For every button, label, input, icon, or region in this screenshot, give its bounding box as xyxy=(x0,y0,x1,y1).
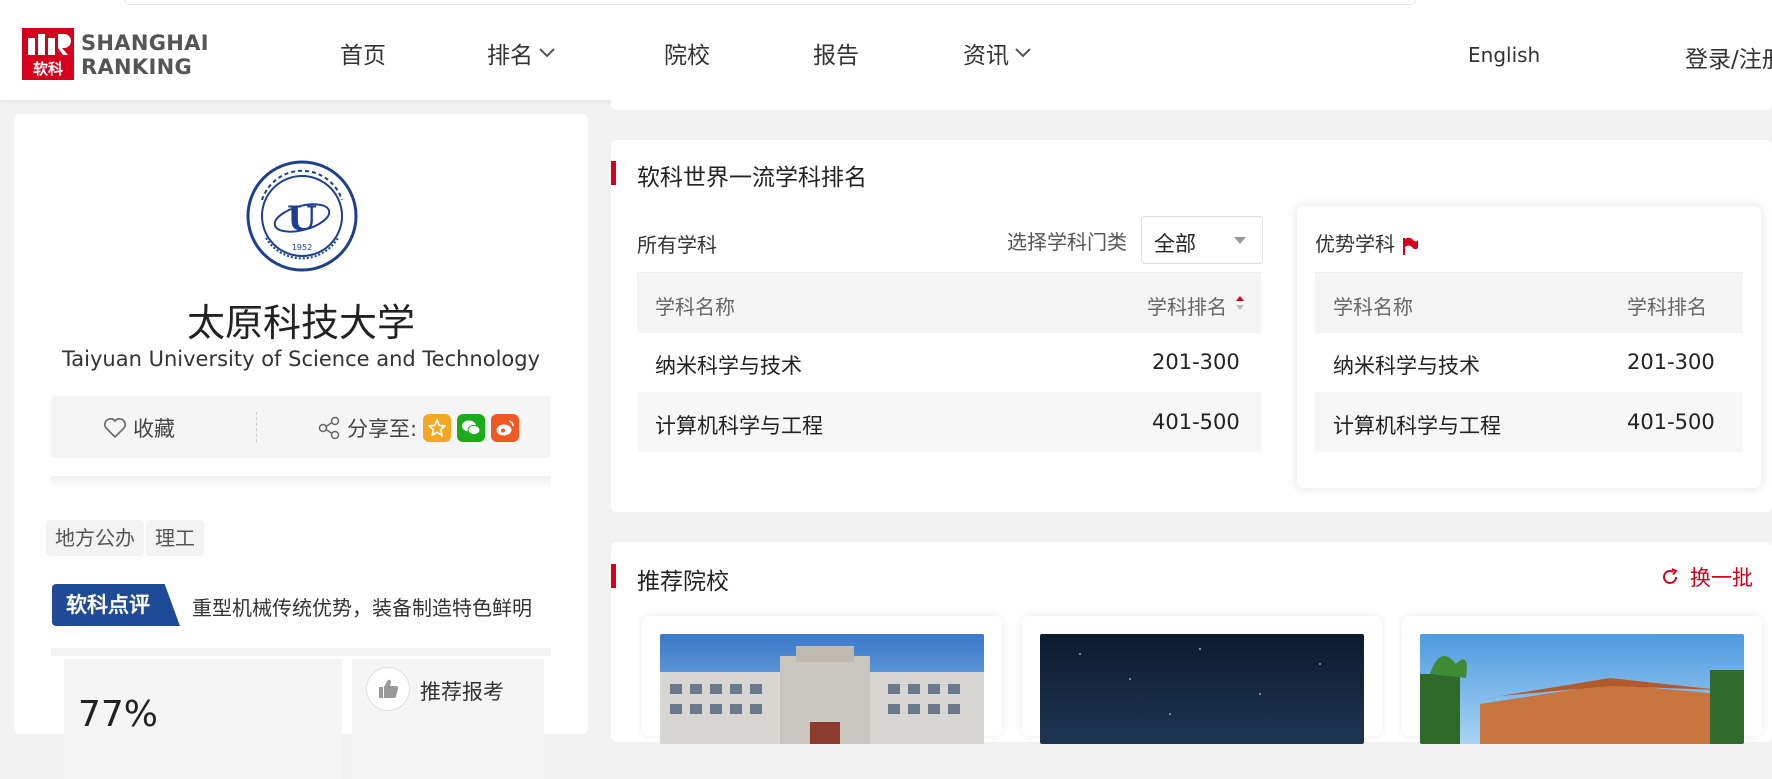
logo-line1: SHANGHAI xyxy=(81,31,209,55)
table-row[interactable]: 纳米科学与技术 201-300 xyxy=(637,332,1261,392)
subject-name: 纳米科学与技术 xyxy=(1333,354,1480,378)
share-qzone-button[interactable] xyxy=(423,414,452,442)
nav-home[interactable]: 首页 xyxy=(340,36,386,70)
university-photo xyxy=(1420,634,1744,744)
recommended-university-card[interactable] xyxy=(642,616,1002,744)
divider xyxy=(256,412,257,442)
browser-bar-edge xyxy=(124,0,1416,5)
logo-line2: RANKING xyxy=(81,55,192,79)
nav-rankings[interactable]: 排名 xyxy=(487,36,555,70)
col-subject-name: 学科名称 xyxy=(1333,295,1413,319)
university-emblem: U 1952 xyxy=(246,160,358,272)
col-subject-rank: 学科排名 xyxy=(1627,295,1707,319)
section-accent-bar xyxy=(611,161,616,185)
nav-news[interactable]: 资讯 xyxy=(963,36,1031,70)
section-divider xyxy=(51,648,551,656)
chevron-down-icon xyxy=(539,48,555,58)
top-navbar: 软科 SHANGHAI RANKING 首页 排名 院校 报告 资讯 Engli… xyxy=(0,0,1772,100)
heart-icon xyxy=(104,418,126,439)
language-switch[interactable]: English xyxy=(1468,43,1540,67)
recommended-title: 推荐院校 xyxy=(637,569,729,595)
nav-rankings-label: 排名 xyxy=(487,43,533,69)
tag-type: 理工 xyxy=(146,520,204,556)
subject-category-label: 选择学科门类 xyxy=(1007,230,1127,254)
svg-text:1952: 1952 xyxy=(292,243,312,252)
nav-universities-label: 院校 xyxy=(664,43,710,69)
subject-ranking-title: 软科世界一流学科排名 xyxy=(637,165,867,191)
col-subject-rank[interactable]: 学科排名 xyxy=(1147,291,1227,320)
svg-text:U: U xyxy=(287,199,317,239)
table-row[interactable]: 计算机科学与工程 401-500 xyxy=(637,392,1261,452)
recommended-university-card[interactable] xyxy=(1022,616,1382,744)
recommend-button[interactable] xyxy=(366,667,410,711)
university-name-cn: 太原科技大学 xyxy=(186,301,415,345)
section-accent-bar xyxy=(611,564,616,588)
star-icon xyxy=(428,419,447,437)
advantage-title-wrap: 优势学科 xyxy=(1315,228,1419,257)
share-icon xyxy=(318,416,340,440)
share-label: 分享至: xyxy=(347,417,418,441)
refresh-label: 换一批 xyxy=(1690,566,1753,590)
nav-reports[interactable]: 报告 xyxy=(813,36,859,70)
share-wechat-button[interactable] xyxy=(457,414,486,442)
advantage-subjects-card: 优势学科 学科名称 学科排名 纳米科学与技术 201-300 计算机科学与工程 … xyxy=(1297,206,1761,488)
subject-name: 计算机科学与工程 xyxy=(655,414,823,438)
subject-category-select[interactable]: 全部 xyxy=(1141,216,1263,264)
shanghai-ranking-logo[interactable]: 软科 SHANGHAI RANKING xyxy=(22,28,209,80)
university-photo xyxy=(660,634,984,744)
advantage-title: 优势学科 xyxy=(1315,232,1395,256)
select-value: 全部 xyxy=(1154,232,1196,256)
review-badge: 软科点评 xyxy=(52,584,180,626)
previous-panel-edge xyxy=(611,100,1772,110)
thumbs-up-icon xyxy=(379,679,398,699)
nav-universities[interactable]: 院校 xyxy=(664,36,710,70)
subject-rank: 401-500 xyxy=(1627,410,1715,434)
refresh-icon xyxy=(1663,568,1678,584)
advantage-table-header: 学科名称 学科排名 xyxy=(1315,272,1743,333)
subject-rank: 201-300 xyxy=(1627,350,1715,374)
flag-icon xyxy=(1403,237,1419,255)
logo-wordmark: SHANGHAI RANKING xyxy=(81,31,209,79)
subject-name: 纳米科学与技术 xyxy=(655,354,802,378)
table-row[interactable]: 纳米科学与技术 201-300 xyxy=(1315,332,1743,392)
university-profile-card: U 1952 太原科技大学 Taiyuan University of Scie… xyxy=(14,114,588,779)
review-text: 重型机械传统优势，装备制造特色鲜明 xyxy=(192,596,532,620)
svg-text:软科: 软科 xyxy=(33,60,63,78)
action-bar: 收藏 分享至: xyxy=(51,396,551,458)
share-weibo-button[interactable] xyxy=(491,414,520,442)
caret-down-icon xyxy=(1234,237,1246,244)
subject-rank: 201-300 xyxy=(1152,350,1240,374)
chevron-down-icon xyxy=(1015,48,1031,58)
tag-public: 地方公办 xyxy=(46,520,144,556)
card-shadow xyxy=(51,476,551,488)
wechat-icon xyxy=(462,420,481,436)
col-subject-name: 学科名称 xyxy=(655,295,735,319)
logo-mark-icon: 软科 xyxy=(22,28,74,80)
all-subjects-label: 所有学科 xyxy=(637,233,717,257)
table-row[interactable]: 计算机科学与工程 401-500 xyxy=(1315,392,1743,452)
subject-rank: 401-500 xyxy=(1152,410,1240,434)
favorite-button[interactable]: 收藏 xyxy=(103,413,175,443)
nav-news-label: 资讯 xyxy=(963,43,1009,69)
subject-name: 计算机科学与工程 xyxy=(1333,414,1501,438)
recommend-percent: 77% xyxy=(78,694,159,735)
weibo-icon xyxy=(496,420,514,436)
favorite-label: 收藏 xyxy=(133,417,175,441)
subject-table-header: 学科名称 学科排名 xyxy=(637,272,1261,333)
recommend-label: 推荐报考 xyxy=(420,680,504,704)
nav-reports-label: 报告 xyxy=(813,43,859,69)
login-register-link[interactable]: 登录/注册 xyxy=(1685,40,1772,74)
share-group: 分享至: xyxy=(317,413,520,443)
recommended-university-card[interactable] xyxy=(1402,616,1762,744)
university-photo xyxy=(1040,634,1364,744)
university-name-en: Taiyuan University of Science and Techno… xyxy=(61,347,541,371)
nav-home-label: 首页 xyxy=(340,43,386,69)
refresh-button[interactable]: 换一批 xyxy=(1660,562,1753,592)
sort-icon[interactable] xyxy=(1235,293,1245,313)
